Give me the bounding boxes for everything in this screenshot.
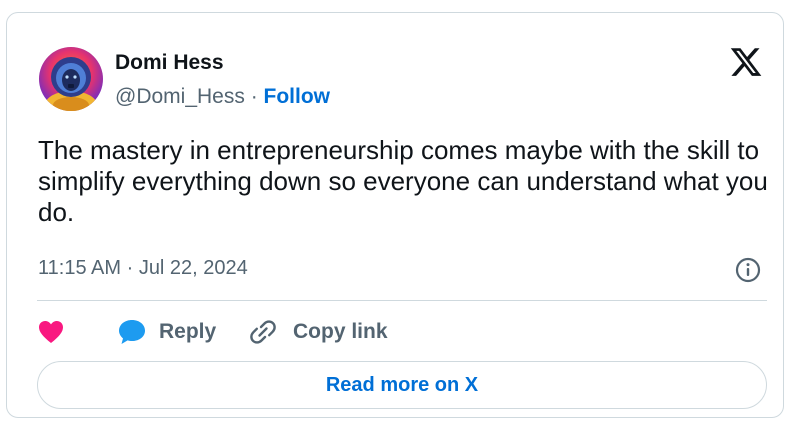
author-name[interactable]: Domi Hess (115, 51, 224, 75)
x-logo-icon[interactable] (729, 45, 763, 79)
link-icon (250, 320, 276, 344)
copy-link-label: Copy link (293, 320, 388, 343)
time-separator: · (121, 257, 139, 279)
reply-button[interactable]: Reply (117, 317, 216, 347)
speech-bubble-icon (119, 320, 145, 344)
tweet-time[interactable]: 11:15 AM (38, 257, 121, 279)
info-icon[interactable] (735, 257, 761, 283)
handle-separator: · (244, 85, 264, 108)
timestamp-row[interactable]: 11:15 AM · Jul 22, 2024 (38, 257, 248, 280)
author-handle[interactable]: @Domi_Hess (115, 85, 245, 108)
author-handle-row: @Domi_Hess · Follow (115, 85, 330, 109)
astronaut-avatar-icon (39, 47, 103, 111)
read-more-button[interactable]: Read more on X (37, 361, 767, 409)
tweet-card: Domi Hess @Domi_Hess · Follow The master… (6, 12, 784, 418)
reply-label: Reply (159, 320, 217, 343)
copy-link-button[interactable]: Copy link (249, 317, 388, 347)
divider (37, 300, 767, 301)
tweet-text: The mastery in entrepreneurship comes ma… (38, 135, 768, 227)
heart-icon (39, 321, 63, 343)
like-button[interactable] (37, 317, 65, 347)
tweet-date[interactable]: Jul 22, 2024 (139, 257, 248, 279)
author-avatar[interactable] (39, 47, 103, 111)
follow-button[interactable]: Follow (264, 85, 331, 108)
